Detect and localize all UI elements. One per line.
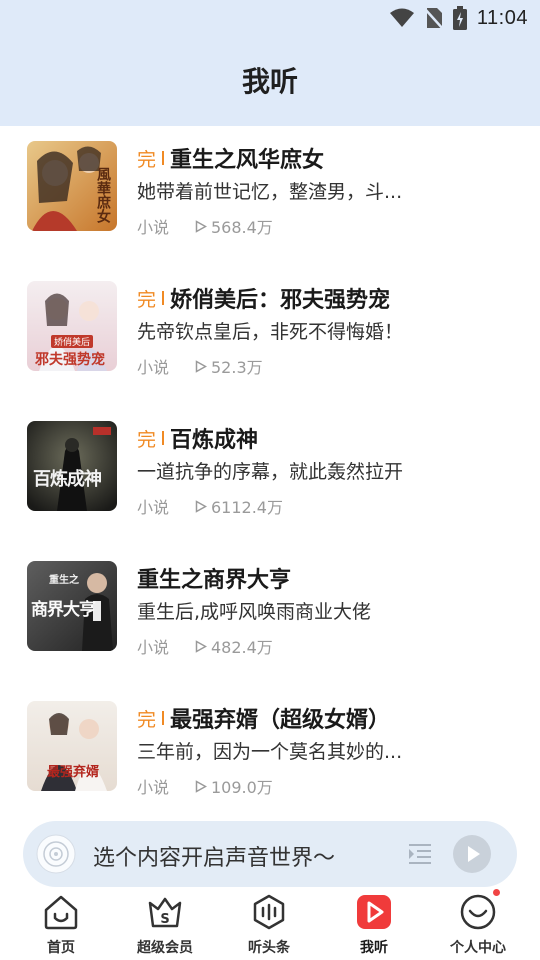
status-bar: 11:04 [0, 0, 540, 36]
tab-home[interactable]: 首页 [11, 887, 111, 960]
page-title: 我听 [241, 65, 298, 98]
play-count: 6112.4万 [211, 498, 283, 517]
cover-title: 風華庶女 [95, 167, 111, 223]
play-count-icon [195, 359, 207, 373]
profile-icon [459, 893, 497, 935]
book-cover[interactable]: 娇俏美后 邪夫强势宠 [27, 281, 117, 371]
no-sim-icon [424, 7, 443, 29]
svg-text:S: S [160, 912, 169, 927]
play-button[interactable] [453, 835, 491, 877]
list-item[interactable]: 百炼成神 完 百炼成神 一道抗争的序幕，就此轰然拉开 小说 6112.4万 [0, 421, 540, 531]
badge-divider [162, 151, 165, 165]
book-description: 一道抗争的序幕，就此轰然拉开 [137, 461, 404, 483]
status-badge: 完 [137, 428, 157, 451]
book-description: 重生后,成呼风唤雨商业大佬 [137, 601, 372, 623]
playlist-icon[interactable] [406, 840, 434, 872]
tab-label: 首页 [47, 940, 75, 956]
book-title[interactable]: 重生之商界大亨 [137, 562, 291, 594]
cover-subtitle: 娇俏美后 [51, 335, 94, 348]
play-count-icon [195, 779, 207, 793]
book-description: 先帝钦点皇后，非死不得悔婚！ [137, 321, 404, 343]
notification-dot [491, 887, 502, 898]
list-item[interactable]: 重生之 商界大亨 重生之商界大亨 重生后,成呼风唤雨商业大佬 小说 482.4万 [0, 561, 540, 671]
wifi-icon [389, 8, 415, 28]
book-title[interactable]: 娇俏美后：邪夫强势宠 [170, 282, 390, 314]
tab-vip[interactable]: S 超级会员 [115, 887, 215, 960]
list-item[interactable]: 風華庶女 完 重生之风华庶女 她带着前世记忆，整渣男，斗... 小说 568.4… [0, 141, 540, 251]
vip-icon: S [146, 893, 184, 935]
play-count: 52.3万 [211, 358, 263, 377]
cover-title: 最强弃婿 [47, 765, 100, 780]
book-title[interactable]: 百炼成神 [170, 422, 258, 454]
play-count-icon [195, 639, 207, 653]
disc-icon[interactable] [36, 834, 76, 878]
tab-label: 超级会员 [137, 940, 193, 956]
play-count: 109.0万 [211, 778, 273, 797]
cover-title: 邪夫强势宠 [35, 352, 105, 368]
book-cover[interactable]: 最强弃婿 [27, 701, 117, 791]
headline-icon [250, 893, 288, 935]
book-title[interactable]: 最强弃婿（超级女婿） [170, 702, 390, 734]
book-category: 小说 [137, 358, 170, 377]
cover-subtitle: 重生之 [49, 575, 79, 586]
header-area: 11:04 我听 [0, 0, 540, 126]
book-description: 她带着前世记忆，整渣男，斗... [137, 181, 403, 203]
bottom-tab-bar: 首页 S 超级会员 听头条 我听 个人中心 [0, 887, 540, 960]
play-count-icon [195, 219, 207, 233]
mini-player[interactable]: 选个内容开启声音世界～ [23, 821, 517, 887]
badge-divider [162, 291, 165, 305]
book-category: 小说 [137, 498, 170, 517]
status-badge: 完 [137, 708, 157, 731]
book-cover[interactable]: 風華庶女 [27, 141, 117, 231]
my-listen-icon [355, 893, 393, 935]
book-category: 小说 [137, 218, 170, 237]
player-prompt[interactable]: 选个内容开启声音世界～ [93, 840, 335, 872]
status-badge: 完 [137, 148, 157, 171]
tab-headline[interactable]: 听头条 [219, 887, 319, 960]
book-cover[interactable]: 百炼成神 [27, 421, 117, 511]
status-badge: 完 [137, 288, 157, 311]
book-cover[interactable]: 重生之 商界大亨 [27, 561, 117, 651]
tab-profile[interactable]: 个人中心 [428, 887, 528, 960]
list-item[interactable]: 娇俏美后 邪夫强势宠 完 娇俏美后：邪夫强势宠 先帝钦点皇后，非死不得悔婚！ 小… [0, 281, 540, 391]
list-item[interactable]: 最强弃婿 完 最强弃婿（超级女婿） 三年前，因为一个莫名其妙的... 小说 10… [0, 701, 540, 811]
play-count: 568.4万 [211, 218, 273, 237]
book-title[interactable]: 重生之风华庶女 [170, 142, 324, 174]
cover-title: 商界大亨 [31, 600, 96, 620]
tab-label: 个人中心 [450, 940, 506, 956]
tab-label: 我听 [360, 940, 388, 956]
play-count: 482.4万 [211, 638, 273, 657]
tab-my-listen[interactable]: 我听 [324, 887, 424, 960]
book-category: 小说 [137, 638, 170, 657]
badge-divider [162, 431, 165, 445]
cover-title: 百炼成神 [33, 469, 102, 490]
battery-charging-icon [452, 6, 467, 30]
status-time: 11:04 [476, 6, 528, 29]
tab-label: 听头条 [248, 940, 290, 956]
home-icon [42, 893, 80, 935]
play-count-icon [195, 499, 207, 513]
book-description: 三年前，因为一个莫名其妙的... [137, 741, 403, 763]
badge-divider [162, 711, 165, 725]
book-category: 小说 [137, 778, 170, 797]
